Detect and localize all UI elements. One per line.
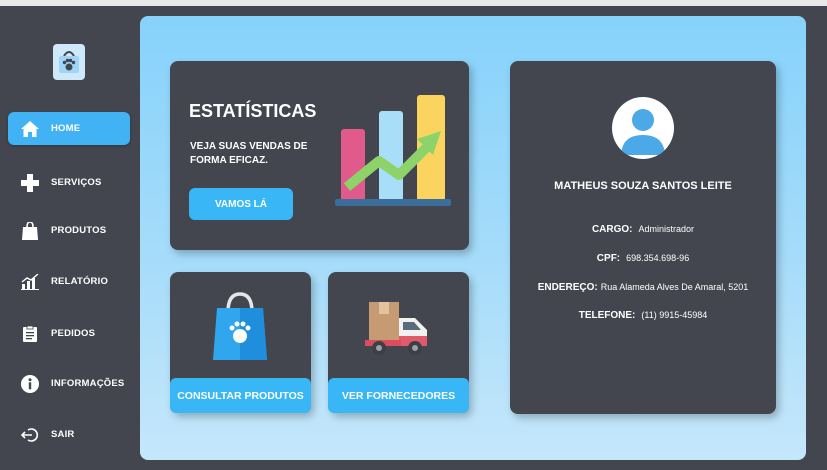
vamos-la-button[interactable]: VAMOS LÁ: [189, 188, 293, 220]
sidebar-item-pedidos[interactable]: PEDIDOS: [8, 317, 130, 350]
plus-icon: [20, 173, 40, 193]
statistics-title: ESTATÍSTICAS: [189, 101, 317, 121]
delivery-truck-icon: [365, 302, 427, 355]
main-panel: ESTATÍSTICAS VEJA SUAS VENDAS DE FORMA E…: [140, 16, 806, 460]
avatar: [612, 97, 674, 159]
cpf-value: 698.354.698-96: [626, 253, 690, 263]
cargo-row: CARGO: Administrador: [510, 224, 776, 235]
shopping-bag-icon: [20, 221, 40, 241]
sidebar-item-servicos[interactable]: SERVIÇOS: [8, 166, 130, 199]
cpf-row: CPF: 698.354.698-96: [510, 253, 776, 264]
telefone-value: (11) 9915-45984: [641, 310, 708, 320]
cargo-value: Administrador: [638, 224, 695, 234]
sidebar-item-sair[interactable]: SAIR: [8, 418, 130, 451]
home-icon: [20, 119, 40, 139]
pet-shopping-bag-icon: [213, 292, 267, 360]
endereco-value: Rua Alameda Alves De Amaral, 5201: [600, 282, 749, 292]
endereco-label: ENDEREÇO:: [537, 282, 598, 293]
sidebar-item-label: SERVIÇOS: [51, 177, 102, 188]
endereco-row: ENDEREÇO: Rua Alameda Alves De Amaral, 52…: [510, 282, 776, 293]
ver-fornecedores-button[interactable]: VER FORNECEDORES: [328, 378, 469, 413]
statistics-card: ESTATÍSTICAS VEJA SUAS VENDAS DE FORMA E…: [170, 61, 469, 250]
info-icon: [20, 374, 40, 394]
sidebar-item-label: INFORMAÇÕES: [51, 378, 125, 389]
sidebar-item-relatorio[interactable]: RELATÓRIO: [8, 265, 130, 298]
user-name: MATHEUS SOUZA SANTOS LEITE: [554, 180, 732, 192]
telefone-row: TELEFONE: (11) 9915-45984: [510, 310, 776, 321]
sidebar-item-label: PEDIDOS: [51, 328, 96, 339]
paw-bag-icon: [53, 44, 85, 80]
sidebar-item-produtos[interactable]: PRODUTOS: [8, 214, 130, 247]
sidebar-item-label: RELATÓRIO: [51, 276, 109, 287]
clipboard-icon: [20, 324, 40, 344]
consultar-produtos-button[interactable]: CONSULTAR PRODUTOS: [170, 378, 311, 413]
sidebar-item-label: PRODUTOS: [51, 225, 107, 236]
sidebar-item-label: SAIR: [51, 429, 75, 440]
sidebar-item-label: HOME: [51, 123, 81, 134]
growth-chart-icon: [335, 95, 451, 206]
cpf-label: CPF:: [596, 253, 621, 264]
suppliers-card: VER FORNECEDORES: [328, 272, 469, 413]
cargo-label: CARGO:: [591, 224, 633, 235]
sidebar: HOME SERVIÇOS PRODUTOS RELATÓRIO PEDIDOS…: [0, 6, 140, 470]
sidebar-item-informacoes[interactable]: INFORMAÇÕES: [8, 367, 130, 400]
logout-icon: [20, 425, 40, 445]
statistics-subtitle: VEJA SUAS VENDAS DE FORMA EFICAZ.: [190, 141, 308, 166]
products-card: CONSULTAR PRODUTOS: [170, 272, 311, 413]
telefone-label: TELEFONE:: [578, 310, 636, 321]
bar-chart-icon: [20, 272, 40, 292]
user-profile-card: MATHEUS SOUZA SANTOS LEITE CARGO: Adminis…: [510, 61, 776, 414]
sidebar-item-home[interactable]: HOME: [8, 112, 130, 145]
